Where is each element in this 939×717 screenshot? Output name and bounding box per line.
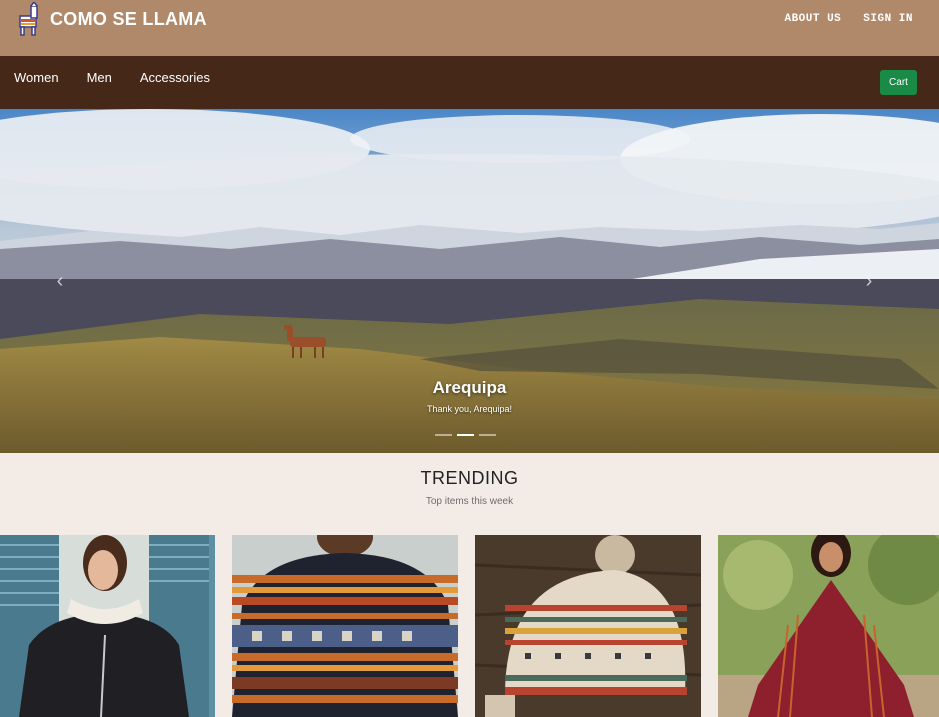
about-us-link[interactable]: ABOUT US [784, 13, 841, 25]
hero-title: Arequipa [432, 378, 507, 397]
carousel-next-chevron-right-icon[interactable]: › [859, 269, 879, 293]
cart-button[interactable]: Cart [880, 70, 917, 95]
hero-caption: Arequipa Thank you, Arequipa! [0, 378, 939, 414]
carousel-indicators [435, 434, 496, 436]
brand-name: COMO SE LLAMA [50, 8, 207, 29]
llama-logo-icon [19, 2, 38, 36]
nav-item-men[interactable]: Men [87, 70, 112, 85]
hero-carousel: ‹ › Arequipa Thank you, Arequipa! [0, 109, 939, 453]
top-header: COMO SE LLAMA ABOUT US SIGN IN [0, 0, 939, 56]
carousel-prev-chevron-left-icon[interactable]: ‹ [50, 269, 70, 293]
product-card-knit-hat[interactable] [475, 535, 701, 717]
nav-item-women[interactable]: Women [14, 70, 59, 85]
product-image-black-sweater [0, 535, 215, 717]
product-image-burgundy-poncho [718, 535, 939, 717]
product-card-burgundy-poncho[interactable] [718, 535, 939, 717]
product-card-black-sweater[interactable] [0, 535, 215, 717]
carousel-indicator-2[interactable] [457, 434, 474, 436]
brand-home-link[interactable]: COMO SE LLAMA [14, 2, 207, 36]
account-links: ABOUT US SIGN IN [784, 13, 913, 25]
carousel-indicator-3[interactable] [479, 434, 496, 436]
product-image-knit-hat [475, 535, 701, 717]
category-nav: Women Men Accessories Cart [0, 56, 939, 109]
product-image-patterned-sweater [232, 535, 458, 717]
carousel-indicator-1[interactable] [435, 434, 452, 436]
trending-subtitle: Top items this week [425, 496, 514, 507]
nav-item-accessories[interactable]: Accessories [140, 70, 210, 85]
trending-title: TRENDING [420, 468, 519, 488]
product-card-patterned-sweater[interactable] [232, 535, 458, 717]
sign-in-link[interactable]: SIGN IN [863, 13, 913, 25]
hero-subtitle: Thank you, Arequipa! [426, 404, 513, 414]
trending-section: TRENDING Top items this week [0, 468, 939, 507]
